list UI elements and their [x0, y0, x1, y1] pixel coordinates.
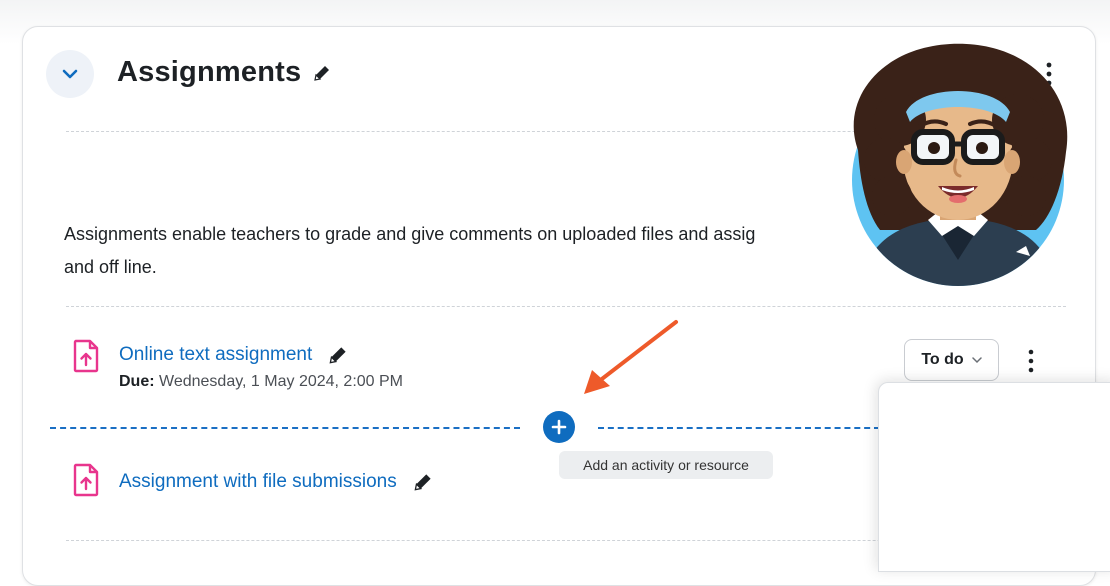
- pencil-icon[interactable]: [411, 470, 435, 494]
- overlay-panel: [878, 382, 1110, 572]
- section-collapse-button[interactable]: [46, 50, 94, 98]
- section-summary: Assignments enable teachers to grade and…: [64, 218, 884, 284]
- activity-due-date: Due: Wednesday, 1 May 2024, 2:00 PM: [119, 373, 403, 391]
- add-activity-button[interactable]: [543, 411, 575, 443]
- activity-link-file-submissions[interactable]: Assignment with file submissions: [119, 470, 435, 494]
- status-label: To do: [921, 351, 964, 368]
- activity-menu-icon[interactable]: [1024, 348, 1038, 374]
- activity-link-online-text[interactable]: Online text assignment: [119, 343, 350, 367]
- section-title: Assignments: [117, 56, 302, 88]
- pencil-icon[interactable]: [311, 62, 333, 84]
- chevron-down-icon: [971, 356, 982, 363]
- summary-line: and off line.: [64, 257, 157, 277]
- file-upload-icon: [73, 339, 99, 373]
- summary-line: Assignments enable teachers to grade and…: [64, 224, 756, 244]
- due-value: Wednesday, 1 May 2024, 2:00 PM: [159, 373, 404, 390]
- add-activity-divider: [598, 427, 880, 429]
- activity-name[interactable]: Assignment with file submissions: [119, 471, 397, 493]
- plus-icon: [551, 419, 567, 435]
- completion-status-dropdown[interactable]: To do: [904, 339, 999, 381]
- section-divider: [66, 306, 1066, 307]
- chevron-down-icon: [62, 69, 78, 79]
- add-activity-divider: [50, 427, 520, 429]
- pencil-icon[interactable]: [326, 343, 350, 367]
- avatar-illustration: [852, 43, 1068, 286]
- add-activity-tooltip: Add an activity or resource: [559, 451, 773, 479]
- section-header: Assignments: [117, 56, 333, 89]
- annotation-arrow-icon: [584, 320, 678, 394]
- file-upload-icon: [73, 463, 99, 497]
- activity-name[interactable]: Online text assignment: [119, 344, 312, 366]
- due-label: Due:: [119, 373, 155, 390]
